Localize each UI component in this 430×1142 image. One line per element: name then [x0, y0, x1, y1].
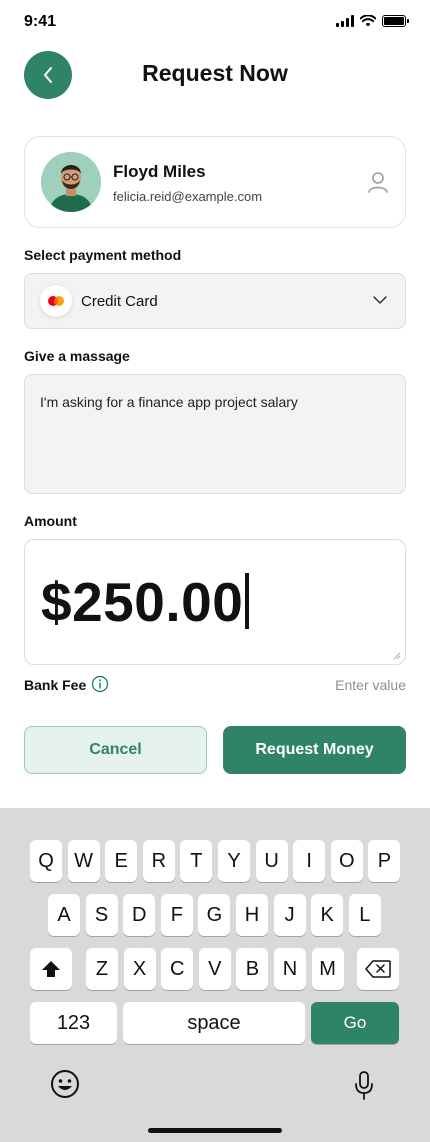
- key-x[interactable]: X: [123, 948, 156, 990]
- key-v[interactable]: V: [198, 948, 231, 990]
- key-h[interactable]: H: [236, 894, 268, 936]
- key-t[interactable]: T: [180, 840, 213, 882]
- contact-name: Floyd Miles: [113, 162, 206, 181]
- amount-value: $250.00: [41, 570, 250, 634]
- key-p[interactable]: P: [368, 840, 401, 882]
- key-w[interactable]: W: [67, 840, 100, 882]
- key-i[interactable]: I: [293, 840, 326, 882]
- key-n[interactable]: N: [274, 948, 306, 990]
- key-j[interactable]: J: [273, 894, 306, 936]
- contact-email: felicia.reid@example.com: [113, 189, 263, 204]
- key-q[interactable]: Q: [30, 840, 62, 882]
- key-c[interactable]: C: [161, 948, 194, 990]
- key-m[interactable]: M: [311, 948, 344, 990]
- bank-fee-label: Bank Fee: [24, 677, 87, 693]
- recipient-card[interactable]: Floyd Miles felicia.reid@example.com: [24, 136, 406, 228]
- message-field[interactable]: I'm asking for a finance app project sal…: [24, 374, 406, 494]
- cancel-button[interactable]: Cancel: [24, 726, 207, 774]
- amount-field[interactable]: $250.00: [24, 539, 406, 665]
- shift-key[interactable]: [30, 948, 72, 990]
- cellular-signal-icon: [336, 15, 354, 27]
- status-icons: [336, 15, 409, 27]
- backspace-icon: [365, 960, 391, 978]
- key-k[interactable]: K: [311, 894, 344, 936]
- info-icon[interactable]: [91, 675, 109, 693]
- page-title: Request Now: [142, 60, 288, 86]
- key-o[interactable]: O: [330, 840, 363, 882]
- key-a[interactable]: A: [48, 894, 80, 936]
- bank-fee-input[interactable]: Enter value: [335, 677, 406, 693]
- key-y[interactable]: Y: [218, 840, 250, 882]
- avatar: [41, 152, 101, 212]
- key-r[interactable]: R: [142, 840, 175, 882]
- key-g[interactable]: G: [198, 894, 231, 936]
- payment-method-label: Select payment method: [24, 247, 182, 263]
- resize-grip-icon[interactable]: [393, 652, 401, 660]
- card-icon-container: [40, 285, 72, 317]
- wifi-icon: [360, 15, 376, 27]
- key-e[interactable]: E: [105, 840, 138, 882]
- amount-label: Amount: [24, 513, 77, 529]
- home-indicator: [148, 1128, 282, 1133]
- text-caret: [245, 573, 250, 629]
- key-l[interactable]: L: [348, 894, 381, 936]
- go-key[interactable]: Go: [311, 1002, 399, 1044]
- space-key[interactable]: space: [123, 1002, 305, 1044]
- mastercard-icon: [48, 296, 64, 306]
- key-b[interactable]: B: [236, 948, 269, 990]
- key-u[interactable]: U: [255, 840, 288, 882]
- key-z[interactable]: Z: [86, 948, 118, 990]
- battery-icon: [382, 15, 409, 27]
- key-s[interactable]: S: [85, 894, 118, 936]
- status-bar: 9:41: [0, 0, 430, 44]
- user-icon[interactable]: [367, 171, 389, 193]
- backspace-key[interactable]: [357, 948, 399, 990]
- payment-method-value: Credit Card: [81, 293, 158, 310]
- status-time: 9:41: [24, 13, 57, 30]
- chevron-down-icon: [373, 296, 387, 304]
- amount-text: $250.00: [41, 571, 244, 633]
- numbers-key[interactable]: 123: [30, 1002, 117, 1044]
- key-d[interactable]: D: [123, 894, 156, 936]
- emoji-icon[interactable]: [50, 1069, 80, 1099]
- payment-method-select[interactable]: Credit Card: [24, 273, 406, 329]
- key-f[interactable]: F: [160, 894, 193, 936]
- message-label: Give a massage: [24, 348, 130, 364]
- shift-icon: [42, 961, 60, 977]
- request-money-button[interactable]: Request Money: [223, 726, 406, 774]
- microphone-icon[interactable]: [353, 1071, 375, 1101]
